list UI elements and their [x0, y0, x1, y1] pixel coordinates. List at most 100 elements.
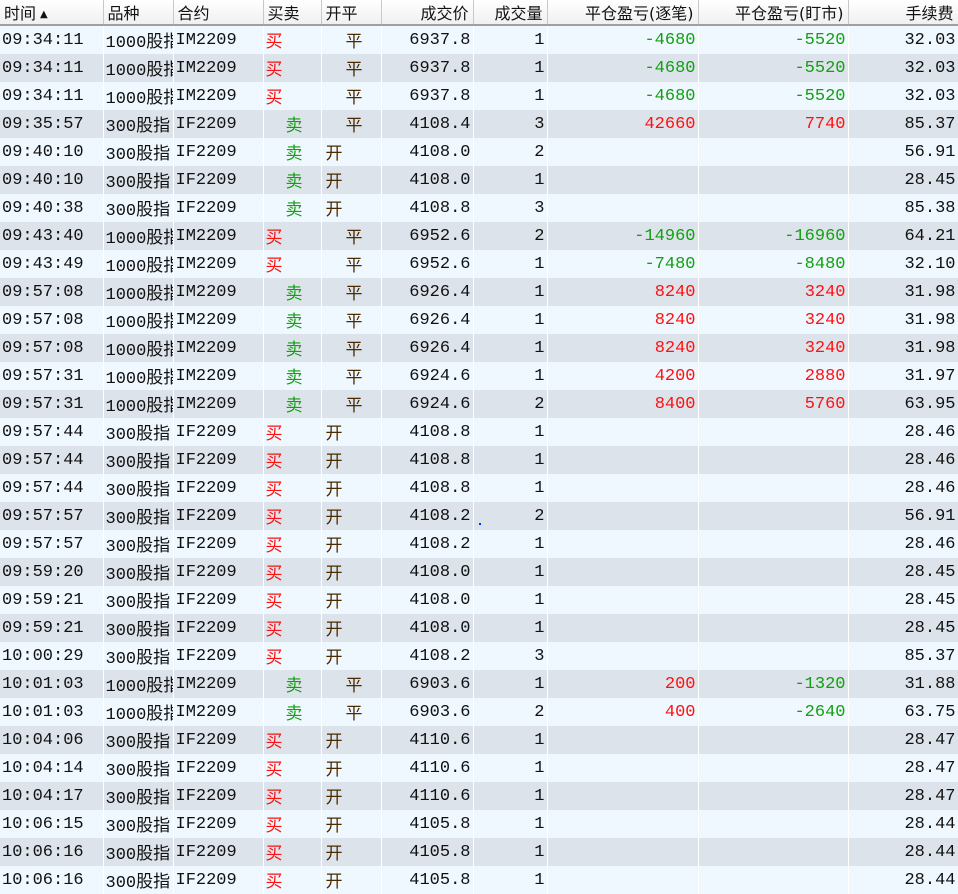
table-row[interactable]: 09:57:08 1000股指 IM2209 卖平 6926.4 1 8240 3240 31.…	[0, 334, 958, 362]
cell-product: 1000股指	[103, 54, 174, 82]
table-row[interactable]: 09:59:21 300股指 IF2209 买开 4108.0 1 28.45	[0, 586, 958, 614]
col-pnl-trade[interactable]: 平仓盈亏(逐笔)	[547, 0, 699, 26]
col-volume[interactable]: 成交量	[473, 0, 548, 26]
table-row[interactable]: 10:06:15 300股指 IF2209 买开 4105.8 1 28.44	[0, 810, 958, 838]
cell-pnl-mark: -5520	[698, 25, 849, 54]
col-time[interactable]: 时间 ▲	[0, 0, 104, 26]
cell-offset: 平	[321, 110, 382, 138]
cell-pnl-trade: 8240	[547, 278, 699, 306]
col-direction[interactable]: 买卖	[263, 0, 322, 26]
cell-offset: 开	[321, 866, 382, 894]
cell-pnl-trade: 8240	[547, 306, 699, 334]
cell-offset: 平	[321, 54, 382, 82]
table-row[interactable]: 09:43:40 1000股指 IM2209 买平 6952.6 2 -14960 -1696…	[0, 222, 958, 250]
cell-pnl-mark	[698, 530, 849, 558]
cell-volume: 1	[473, 166, 548, 194]
cell-direction: 卖	[263, 698, 322, 726]
table-row[interactable]: 10:04:06 300股指 IF2209 买开 4110.6 1 28.47	[0, 726, 958, 754]
cell-time: 10:06:16	[0, 838, 104, 866]
cell-direction: 买	[263, 250, 322, 278]
cell-fee: 28.47	[848, 782, 958, 810]
cell-time: 09:34:11	[0, 82, 104, 110]
col-offset[interactable]: 开平	[321, 0, 382, 26]
cell-direction: 卖	[263, 334, 322, 362]
table-row[interactable]: 10:06:16 300股指 IF2209 买开 4105.8 1 28.44	[0, 838, 958, 866]
cell-direction: 买	[263, 418, 322, 446]
cell-volume: 1	[473, 334, 548, 362]
cell-volume: 1	[473, 82, 548, 110]
cell-time: 09:57:57	[0, 530, 104, 558]
cell-fee: 28.45	[848, 614, 958, 642]
table-row[interactable]: 10:00:29 300股指 IF2209 买开 4108.2 3 85.37	[0, 642, 958, 670]
table-row[interactable]: 09:57:31 1000股指 IM2209 卖平 6924.6 1 4200 2880 31.…	[0, 362, 958, 390]
cell-pnl-mark	[698, 418, 849, 446]
cell-pnl-mark	[698, 838, 849, 866]
cell-price: 6952.6	[381, 222, 474, 250]
table-row[interactable]: 09:59:21 300股指 IF2209 买开 4108.0 1 28.45	[0, 614, 958, 642]
table-row[interactable]: 09:57:57 300股指 IF2209 买开 4108.2 2 56.91	[0, 502, 958, 530]
cell-product: 300股指	[103, 866, 174, 894]
sort-ascending-icon: ▲	[40, 9, 48, 20]
table-row[interactable]: 09:57:31 1000股指 IM2209 卖平 6924.6 2 8400 5760 63.…	[0, 390, 958, 418]
table-row[interactable]: 09:34:11 1000股指 IM2209 买平 6937.8 1 -4680 -5520 3…	[0, 54, 958, 82]
table-row[interactable]: 09:57:44 300股指 IF2209 买开 4108.8 1 28.46	[0, 446, 958, 474]
cursor-dot	[479, 523, 481, 525]
cell-volume: 1	[473, 614, 548, 642]
cell-pnl-mark: 5760	[698, 390, 849, 418]
table-row[interactable]: 10:06:16 300股指 IF2209 买开 4105.8 1 28.44	[0, 866, 958, 894]
table-row[interactable]: 10:01:03 1000股指 IM2209 卖平 6903.6 1 200 -1320 31.…	[0, 670, 958, 698]
table-row[interactable]: 09:57:44 300股指 IF2209 买开 4108.8 1 28.46	[0, 418, 958, 446]
table-row[interactable]: 09:57:44 300股指 IF2209 买开 4108.8 1 28.46	[0, 474, 958, 502]
cell-direction: 卖	[263, 138, 322, 166]
cell-pnl-trade	[547, 586, 699, 614]
table-row[interactable]: 09:34:11 1000股指 IM2209 买平 6937.8 1 -4680 -5520 3…	[0, 82, 958, 110]
cell-fee: 32.03	[848, 82, 958, 110]
table-row[interactable]: 09:57:57 300股指 IF2209 买开 4108.2 1 28.46	[0, 530, 958, 558]
cell-offset: 平	[321, 278, 382, 306]
table-row[interactable]: 09:59:20 300股指 IF2209 买开 4108.0 1 28.45	[0, 558, 958, 586]
col-price[interactable]: 成交价	[381, 0, 474, 26]
col-product[interactable]: 品种	[103, 0, 174, 26]
cell-pnl-trade: 8400	[547, 390, 699, 418]
cell-fee: 28.44	[848, 810, 958, 838]
table-row[interactable]: 09:34:11 1000股指 IM2209 买平 6937.8 1 -4680 -5520 3…	[0, 25, 958, 54]
cell-product: 1000股指	[103, 25, 174, 54]
cell-pnl-mark	[698, 194, 849, 222]
cell-pnl-mark	[698, 558, 849, 586]
col-fee[interactable]: 手续费	[848, 0, 958, 26]
cell-time: 09:34:11	[0, 54, 104, 82]
cell-product: 300股指	[103, 726, 174, 754]
cell-contract: IM2209	[173, 362, 264, 390]
cell-time: 09:43:40	[0, 222, 104, 250]
col-pnl-mark[interactable]: 平仓盈亏(盯市)	[698, 0, 849, 26]
table-row[interactable]: 09:40:10 300股指 IF2209 卖开 4108.0 2 56.91	[0, 138, 958, 166]
cell-price: 6924.6	[381, 390, 474, 418]
cell-pnl-mark	[698, 614, 849, 642]
cell-pnl-mark: 2880	[698, 362, 849, 390]
cell-price: 4108.0	[381, 166, 474, 194]
cell-price: 4108.0	[381, 138, 474, 166]
cell-offset: 开	[321, 194, 382, 222]
cell-fee: 28.45	[848, 166, 958, 194]
cell-fee: 28.44	[848, 838, 958, 866]
cell-pnl-trade	[547, 642, 699, 670]
table-row[interactable]: 09:43:49 1000股指 IM2209 买平 6952.6 1 -7480 -8480 3…	[0, 250, 958, 278]
table-row[interactable]: 10:04:17 300股指 IF2209 买开 4110.6 1 28.47	[0, 782, 958, 810]
cell-product: 1000股指	[103, 278, 174, 306]
table-row[interactable]: 09:57:08 1000股指 IM2209 卖平 6926.4 1 8240 3240 31.…	[0, 306, 958, 334]
cell-time: 10:01:03	[0, 698, 104, 726]
table-row[interactable]: 10:04:14 300股指 IF2209 买开 4110.6 1 28.47	[0, 754, 958, 782]
table-row[interactable]: 10:01:03 1000股指 IM2209 卖平 6903.6 2 400 -2640 63.…	[0, 698, 958, 726]
cell-pnl-mark	[698, 726, 849, 754]
table-row[interactable]: 09:40:10 300股指 IF2209 卖开 4108.0 1 28.45	[0, 166, 958, 194]
cell-pnl-mark: 3240	[698, 278, 849, 306]
table-row[interactable]: 09:35:57 300股指 IF2209 卖平 4108.4 3 42660 7740 85.…	[0, 110, 958, 138]
cell-time: 10:04:17	[0, 782, 104, 810]
cell-direction: 买	[263, 446, 322, 474]
cell-volume: 1	[473, 446, 548, 474]
cell-direction: 卖	[263, 670, 322, 698]
table-row[interactable]: 09:57:08 1000股指 IM2209 卖平 6926.4 1 8240 3240 31.…	[0, 278, 958, 306]
col-contract[interactable]: 合约	[173, 0, 264, 26]
table-row[interactable]: 09:40:38 300股指 IF2209 卖开 4108.8 3 85.38	[0, 194, 958, 222]
cell-offset: 平	[321, 25, 382, 54]
